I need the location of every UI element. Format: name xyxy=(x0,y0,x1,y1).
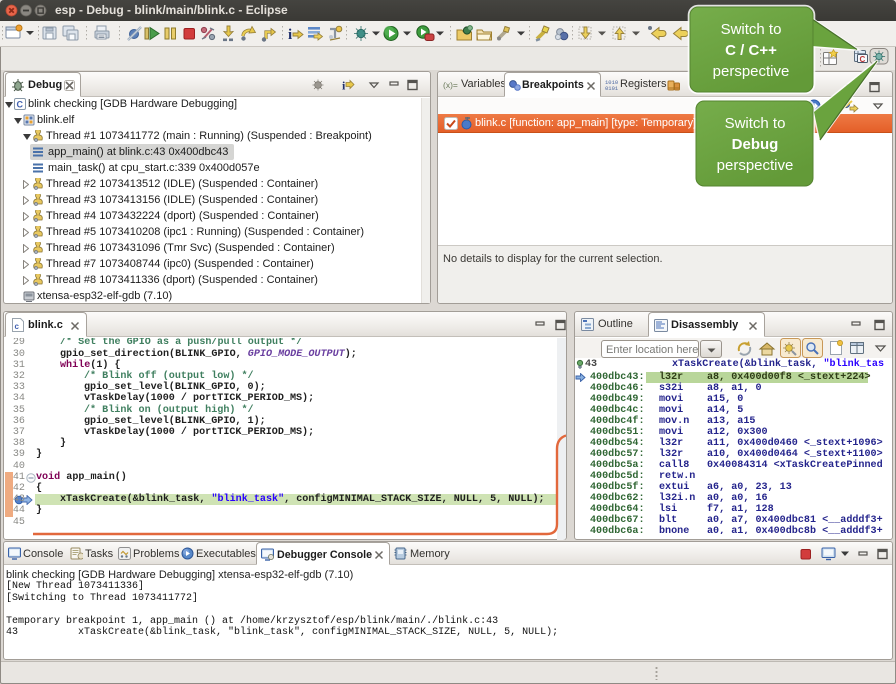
svg-text:Switch to: Switch to xyxy=(721,21,782,38)
svg-text:C / C++: C / C++ xyxy=(725,42,777,59)
svg-text:i: i xyxy=(342,79,346,93)
svg-text:perspective: perspective xyxy=(717,157,794,174)
svg-text:perspective: perspective xyxy=(713,63,790,80)
svg-text:Debug: Debug xyxy=(732,136,779,153)
svg-text:(x)=: (x)= xyxy=(443,80,458,90)
svg-text:i: i xyxy=(288,27,292,43)
svg-text:C: C xyxy=(17,100,24,110)
svg-text:c: c xyxy=(15,322,20,331)
svg-text:0101: 0101 xyxy=(605,85,618,91)
svg-text:Switch to: Switch to xyxy=(725,115,786,132)
